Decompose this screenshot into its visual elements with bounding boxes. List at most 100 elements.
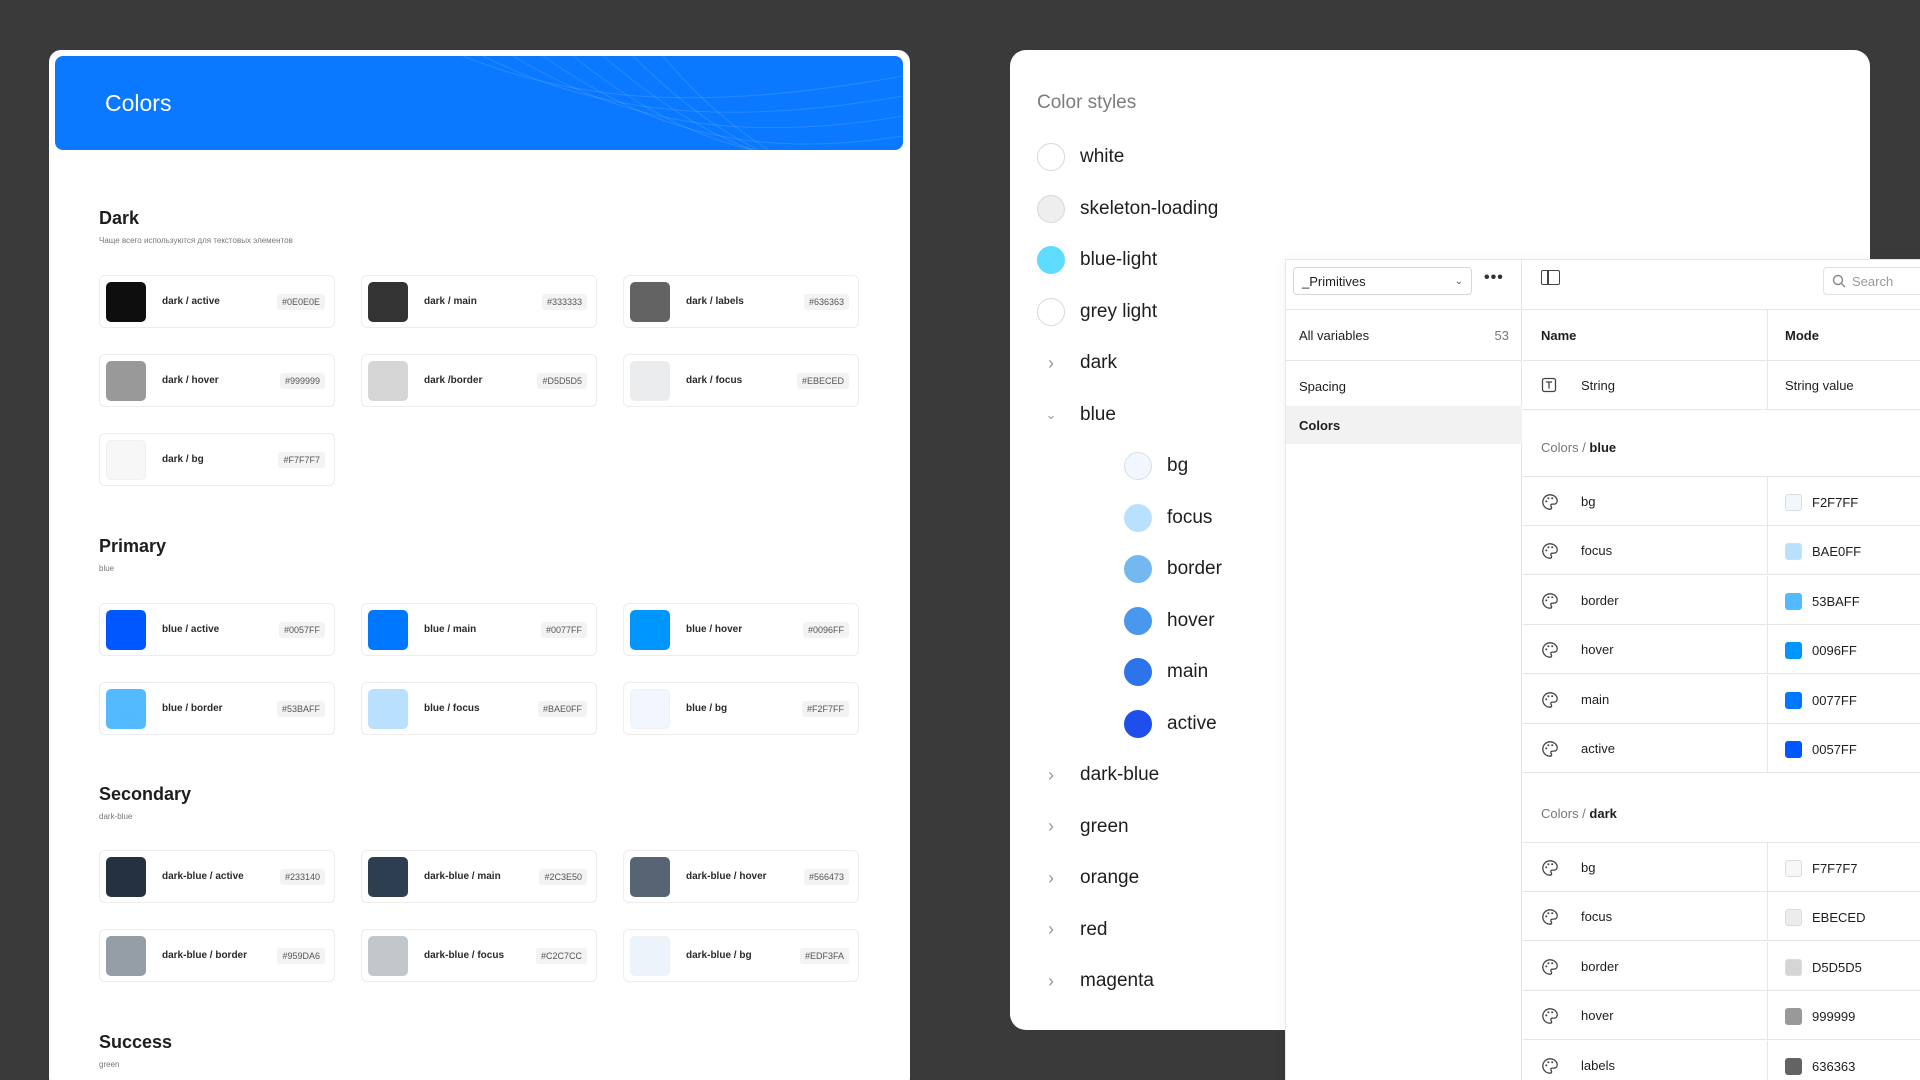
color-swatch-card[interactable]: dark /border #D5D5D5 xyxy=(361,354,597,407)
color-style-item[interactable]: hover xyxy=(1124,604,1215,638)
table-row[interactable]: main 0077FF xyxy=(1523,675,1920,724)
color-chip xyxy=(1785,741,1802,758)
table-row[interactable]: hover 0096FF xyxy=(1523,625,1920,675)
color-style-label: main xyxy=(1167,661,1209,682)
collection-select[interactable]: _Primitives ⌄ xyxy=(1293,267,1472,295)
color-swatch-card[interactable]: blue / border #53BAFF xyxy=(99,682,335,735)
table-row[interactable]: bg F7F7F7 xyxy=(1523,843,1920,892)
color-style-item[interactable]: skeleton-loading xyxy=(1037,192,1218,226)
color-dot-icon xyxy=(1037,297,1065,326)
color-style-label: white xyxy=(1080,146,1125,167)
color-style-group[interactable]: › magenta xyxy=(1037,964,1154,998)
sidebar-toggle-icon[interactable] xyxy=(1541,270,1560,285)
variable-value-cell[interactable]: F2F7FF xyxy=(1785,494,1858,511)
search-icon xyxy=(1832,274,1846,288)
variable-value-cell[interactable]: 53BAFF xyxy=(1785,592,1860,610)
variable-value-cell[interactable]: 0096FF xyxy=(1785,642,1857,660)
variable-value-cell[interactable]: 636363 xyxy=(1785,1057,1856,1075)
more-options-icon[interactable]: ••• xyxy=(1484,269,1504,287)
variable-value: 636363 xyxy=(1812,1058,1856,1074)
swatch-name: dark /border xyxy=(424,375,483,386)
table-row[interactable]: focus EBECED xyxy=(1523,892,1920,942)
group-item-colors[interactable]: Colors xyxy=(1286,406,1522,444)
color-style-group-label: blue xyxy=(1080,403,1116,425)
color-swatch-card[interactable]: dark-blue / main #2C3E50 xyxy=(361,850,597,903)
column-header-mode[interactable]: Mode xyxy=(1785,310,1819,360)
color-style-item[interactable]: active xyxy=(1124,707,1217,741)
variable-value-cell[interactable]: 999999 xyxy=(1785,1008,1855,1026)
search-input[interactable]: Search xyxy=(1823,267,1920,295)
variable-value: 0057FF xyxy=(1812,742,1857,757)
group-path-name: dark xyxy=(1589,806,1617,821)
section-subtitle: Чаще всего используются для текстовых эл… xyxy=(99,236,293,245)
variable-value-cell[interactable]: D5D5D5 xyxy=(1785,958,1862,976)
color-swatch-card[interactable]: dark-blue / border #959DA6 xyxy=(99,929,335,982)
color-swatch-card[interactable]: blue / main #0077FF xyxy=(361,603,597,656)
swatch-name: dark / main xyxy=(424,296,477,307)
column-divider xyxy=(1767,843,1768,892)
table-row-string[interactable]: String String value xyxy=(1523,361,1920,410)
table-row[interactable]: focus BAE0FF xyxy=(1523,526,1920,576)
variable-value: 0077FF xyxy=(1812,692,1857,708)
color-swatch-card[interactable]: blue / bg #F2F7FF xyxy=(623,682,859,735)
color-swatch-card[interactable]: blue / focus #BAE0FF xyxy=(361,682,597,735)
group-item-spacing[interactable]: Spacing xyxy=(1286,367,1522,405)
color-style-item[interactable]: focus xyxy=(1124,501,1212,535)
variable-value-cell[interactable]: 0077FF xyxy=(1785,691,1857,709)
variable-name: hover xyxy=(1581,642,1614,658)
color-style-group[interactable]: › green xyxy=(1037,810,1129,844)
color-style-item[interactable]: blue-light xyxy=(1037,243,1157,277)
swatch-name: dark-blue / border xyxy=(162,950,248,961)
color-swatch-card[interactable]: dark / labels #636363 xyxy=(623,275,859,328)
color-style-group[interactable]: › orange xyxy=(1037,861,1139,895)
color-style-item[interactable]: bg xyxy=(1124,449,1188,483)
variable-value-cell[interactable]: 0057FF xyxy=(1785,741,1857,758)
color-style-item[interactable]: main xyxy=(1124,655,1208,689)
color-swatch-card[interactable]: blue / active #0057FF xyxy=(99,603,335,656)
swatch-name: dark-blue / hover xyxy=(686,871,767,882)
table-row[interactable]: hover 999999 xyxy=(1523,991,1920,1041)
variable-name: String xyxy=(1581,378,1615,393)
variable-value-cell[interactable]: F7F7F7 xyxy=(1785,860,1858,877)
variables-sidebar: _Primitives ⌄ ••• All variables 53 Spaci… xyxy=(1286,260,1522,1080)
color-style-group[interactable]: › dark xyxy=(1037,346,1117,380)
variable-name: hover xyxy=(1581,1008,1614,1024)
color-style-group[interactable]: › dark-blue xyxy=(1037,758,1159,792)
column-divider xyxy=(1767,526,1768,576)
color-dot-icon xyxy=(1124,658,1152,686)
color-style-item[interactable]: grey light xyxy=(1037,295,1157,329)
color-style-label: hover xyxy=(1167,609,1215,631)
color-swatch-chip xyxy=(106,856,146,897)
color-style-group[interactable]: ⌄ blue xyxy=(1037,398,1116,432)
color-swatch-card[interactable]: dark-blue / bg #EDF3FA xyxy=(623,929,859,982)
table-row[interactable]: border 53BAFF xyxy=(1523,576,1920,625)
color-swatch-card[interactable]: dark / main #333333 xyxy=(361,275,597,328)
palette-icon xyxy=(1541,493,1559,516)
color-style-label: focus xyxy=(1167,506,1213,528)
column-header-name[interactable]: Name xyxy=(1541,310,1576,360)
color-chip xyxy=(1785,494,1802,511)
variable-value-cell[interactable]: BAE0FF xyxy=(1785,543,1861,561)
color-swatch-card[interactable]: dark-blue / focus #C2C7CC xyxy=(361,929,597,982)
table-row[interactable]: bg F2F7FF xyxy=(1523,477,1920,526)
table-row[interactable]: border D5D5D5 xyxy=(1523,942,1920,991)
color-section: Success green xyxy=(99,1032,172,1069)
color-swatch-card[interactable]: dark / focus #EBECED xyxy=(623,354,859,407)
variable-name: bg xyxy=(1581,494,1596,509)
color-swatch-card[interactable]: dark / hover #999999 xyxy=(99,354,335,407)
all-variables-item[interactable]: All variables 53 xyxy=(1286,310,1522,360)
color-styles-title: Color styles xyxy=(1037,92,1137,113)
color-swatch-card[interactable]: dark / bg #F7F7F7 xyxy=(99,433,335,486)
color-swatch-card[interactable]: blue / hover #0096FF xyxy=(623,603,859,656)
color-style-item[interactable]: border xyxy=(1124,552,1222,586)
color-swatch-card[interactable]: dark-blue / hover #566473 xyxy=(623,850,859,903)
variable-value-cell[interactable]: EBECED xyxy=(1785,909,1865,927)
color-swatch-card[interactable]: dark / active #0E0E0E xyxy=(99,275,335,328)
table-row[interactable]: active 0057FF xyxy=(1523,724,1920,773)
color-style-group[interactable]: › red xyxy=(1037,913,1107,947)
column-divider xyxy=(1767,575,1768,625)
color-swatch-card[interactable]: dark-blue / active #233140 xyxy=(99,850,335,903)
color-chip xyxy=(1785,642,1802,660)
color-style-item[interactable]: white xyxy=(1037,140,1124,174)
table-row[interactable]: labels 636363 xyxy=(1523,1041,1920,1080)
